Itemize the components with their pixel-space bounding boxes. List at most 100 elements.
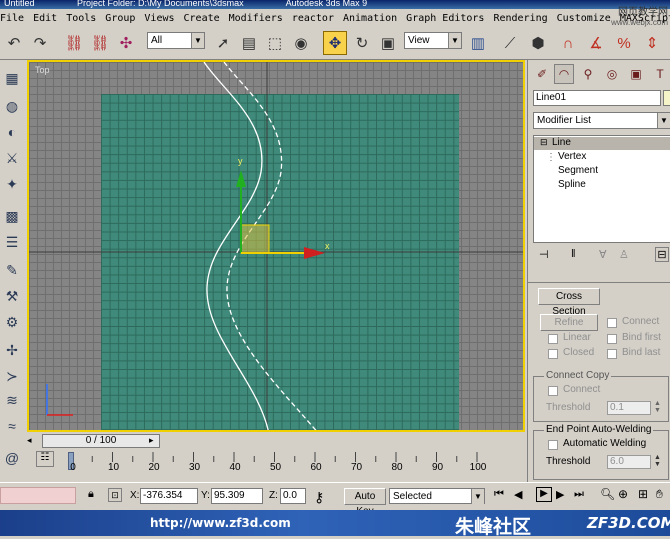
water-icon[interactable]: ≈ — [2, 416, 22, 436]
spinner-arrows-icon[interactable]: ▲ ▼ — [654, 400, 661, 414]
bind-first-checkbox[interactable] — [607, 334, 617, 344]
show-end-result-icon[interactable]: ‖ — [571, 248, 576, 260]
rotate-icon[interactable]: ↻ — [350, 31, 374, 55]
pivot-icon[interactable]: ▥ — [466, 31, 490, 55]
select-object-icon[interactable]: ➚ — [211, 31, 235, 55]
percent-snap-icon[interactable]: % — [612, 31, 636, 55]
align-icon[interactable]: ⬢ — [526, 31, 550, 55]
menu-group[interactable]: Group — [105, 13, 135, 24]
menu-graph-editors[interactable]: Graph Editors — [406, 13, 484, 24]
connect-copy-checkbox[interactable] — [548, 386, 558, 396]
menu-file[interactable]: File — [0, 13, 24, 24]
bind-spacewarp-icon[interactable]: ✣ — [114, 31, 138, 55]
menu-modifiers[interactable]: Modifiers — [229, 13, 283, 24]
z-coordinate-field[interactable]: 0.0 — [280, 488, 306, 504]
spiral-icon[interactable]: @ — [2, 448, 22, 468]
key-icon[interactable]: ⚷ — [314, 489, 324, 506]
menu-maxscript[interactable]: MAXScript — [620, 13, 670, 24]
menu-edit[interactable]: Edit — [33, 13, 57, 24]
menu-create[interactable]: Create — [184, 13, 220, 24]
pan-icon[interactable]: ✋︎ — [656, 487, 663, 502]
selection-filter-dropdown[interactable]: All ▼ — [147, 32, 205, 49]
stack-item-spline[interactable]: Spline — [558, 179, 586, 190]
gear-icon[interactable]: ⚙ — [2, 312, 22, 332]
menu-customize[interactable]: Customize — [557, 13, 611, 24]
mirror-icon[interactable]: ⟋ — [498, 31, 522, 55]
figure-icon[interactable]: ✢ — [2, 340, 22, 360]
object-color-swatch[interactable] — [663, 90, 670, 106]
remove-modifier-icon[interactable]: ♙ — [619, 248, 629, 261]
maxscript-listener[interactable] — [0, 487, 76, 504]
key-filter-dropdown[interactable]: Selected ▼ — [389, 488, 485, 504]
absolute-mode-icon[interactable]: ⊡ — [108, 488, 122, 502]
wrench-icon[interactable]: ✎ — [2, 260, 22, 280]
lock-icon[interactable]: 🔒︎ — [88, 488, 94, 501]
angle-snap-icon[interactable]: ∡ — [584, 31, 608, 55]
zoom-all-icon[interactable]: ⊕ — [618, 487, 628, 501]
hierarchy-tab-icon[interactable]: ⚲ — [578, 64, 598, 84]
star-icon[interactable]: ✦ — [2, 174, 22, 194]
stack-item-vertex[interactable]: Vertex — [558, 151, 586, 162]
slider-prev-icon[interactable]: ◂ — [27, 435, 32, 446]
move-icon[interactable]: ✥ — [323, 31, 347, 55]
window-crossing-icon[interactable]: ◉ — [289, 31, 313, 55]
pin-stack-icon[interactable]: ⊣ — [539, 248, 549, 261]
time-slider-thumb[interactable]: 0 / 100 — [42, 434, 160, 448]
select-by-name-icon[interactable]: ▤ — [237, 31, 261, 55]
camera-icon[interactable]: ◍ — [2, 96, 22, 116]
rect-region-icon[interactable]: ⬚ — [263, 31, 287, 55]
hammer-icon[interactable]: ⚒ — [2, 286, 22, 306]
spinner-snap-icon[interactable]: ⇕ — [640, 31, 664, 55]
redo-icon[interactable]: ↷ — [28, 31, 52, 55]
select-link-icon[interactable]: ⛓ — [62, 31, 86, 55]
tools-icon[interactable]: ▦ — [2, 68, 22, 88]
threshold2-spinner[interactable]: 6.0 — [607, 455, 651, 469]
spinner-arrows-icon[interactable]: ▲ ▼ — [654, 454, 661, 468]
zoom-extents-icon[interactable]: ⊞ — [638, 487, 648, 501]
collapse-icon[interactable]: ⊟ — [540, 137, 548, 148]
auto-key-button[interactable]: Auto Key — [344, 488, 386, 517]
object-name-field[interactable]: Line01 — [533, 90, 661, 106]
linear-checkbox[interactable] — [548, 334, 558, 344]
menu-animation[interactable]: Animation — [343, 13, 397, 24]
go-end-icon[interactable]: ⏭ — [574, 488, 584, 501]
bind-last-checkbox[interactable] — [607, 349, 617, 359]
configure-sets-icon[interactable]: ⊟ — [655, 247, 669, 262]
automatic-welding-checkbox[interactable] — [548, 440, 558, 450]
zoom-icon[interactable]: 🔍︎ — [600, 487, 615, 501]
modifier-list-dropdown[interactable]: Modifier List ▼ — [533, 112, 670, 129]
modify-tab-icon[interactable]: ◠ — [554, 64, 574, 84]
undo-icon[interactable]: ↶ — [2, 31, 26, 55]
slider-next-icon[interactable]: ▸ — [149, 435, 154, 446]
menu-views[interactable]: Views — [144, 13, 174, 24]
stack-root-line[interactable]: Line — [552, 137, 571, 148]
menu-tools[interactable]: Tools — [66, 13, 96, 24]
time-slider[interactable]: ◂ 0 / 100 ▸ — [27, 433, 525, 449]
wave-icon[interactable]: ≋ — [2, 390, 22, 410]
utilities-tab-icon[interactable]: T — [650, 64, 670, 84]
viewport-top[interactable]: Top y x — [27, 60, 525, 432]
threshold-spinner[interactable]: 0.1 — [607, 401, 651, 415]
next-frame-icon[interactable]: ▶ — [556, 488, 564, 501]
refine-button[interactable]: Refine — [540, 314, 598, 331]
track-bar[interactable]: 0 10 20 30 40 50 60 70 80 90 100 — [30, 450, 525, 478]
y-coordinate-field[interactable]: 95.309 — [211, 488, 263, 504]
make-unique-icon[interactable]: ∀ — [599, 248, 607, 261]
fish-icon[interactable]: ≻ — [2, 366, 22, 386]
sphere-icon[interactable]: ◐ — [2, 122, 22, 142]
menu-reactor[interactable]: reactor — [292, 13, 334, 24]
menu-rendering[interactable]: Rendering — [493, 13, 547, 24]
unlink-icon[interactable]: ⛓ — [88, 31, 112, 55]
snap-icon[interactable]: ∩ — [556, 31, 580, 55]
stack-item-segment[interactable]: Segment — [558, 165, 598, 176]
closed-checkbox[interactable] — [548, 349, 558, 359]
stack-icon[interactable]: ☰ — [2, 232, 22, 252]
display-tab-icon[interactable]: ▣ — [626, 64, 646, 84]
sword-icon[interactable]: ⚔ — [2, 148, 22, 168]
connect-checkbox[interactable] — [607, 318, 617, 328]
motion-tab-icon[interactable]: ◎ — [602, 64, 622, 84]
play-icon[interactable]: ▶ — [536, 487, 552, 502]
x-coordinate-field[interactable]: -376.354 — [140, 488, 198, 504]
scale-icon[interactable]: ▣ — [376, 31, 400, 55]
grid-icon[interactable]: ▩ — [2, 206, 22, 226]
